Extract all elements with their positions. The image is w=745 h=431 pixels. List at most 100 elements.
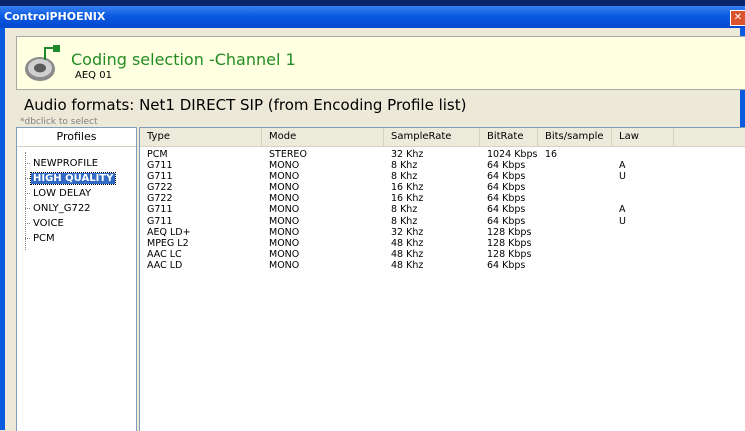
tree-branch bbox=[25, 177, 30, 179]
table-cell: 16 Khz bbox=[391, 182, 424, 194]
table-cell: G711 bbox=[147, 204, 173, 216]
coding-subtitle: AEQ 01 bbox=[75, 70, 112, 81]
profile-item-label: HIGH QUALITY bbox=[29, 172, 117, 185]
profile-item[interactable]: PCM bbox=[25, 232, 57, 246]
table-cell: 48 Khz bbox=[391, 248, 424, 260]
table-cell: 128 Kbps bbox=[487, 226, 532, 238]
table-cell: MONO bbox=[269, 215, 300, 227]
tree-branch bbox=[25, 192, 30, 194]
table-cell: G711 bbox=[147, 160, 173, 172]
table-cell: MONO bbox=[269, 237, 300, 249]
window-frame-left bbox=[0, 28, 5, 430]
table-cell: AAC LD bbox=[147, 259, 183, 271]
table-cell: G722 bbox=[147, 193, 173, 205]
table-cell: 128 Kbps bbox=[487, 237, 532, 249]
table-cell: U bbox=[619, 171, 626, 183]
table-cell: MONO bbox=[269, 248, 300, 260]
table-cell: 64 Kbps bbox=[487, 160, 526, 172]
table-cell: G711 bbox=[147, 215, 173, 227]
profile-item[interactable]: HIGH QUALITY bbox=[25, 172, 117, 186]
table-cell: STEREO bbox=[269, 149, 307, 160]
table-cell: 16 Khz bbox=[391, 193, 424, 205]
table-cell: AEQ LD+ bbox=[147, 226, 191, 238]
table-cell: 8 Khz bbox=[391, 215, 418, 227]
table-cell: G711 bbox=[147, 171, 173, 183]
column-header[interactable]: Law bbox=[612, 128, 674, 146]
table-cell: 8 Khz bbox=[391, 171, 418, 183]
table-body: PCM STEREO 32 Khz 1024 Kbps 16 G711 MONO 8 Khz 6… bbox=[140, 149, 745, 271]
profile-item-label: PCM bbox=[33, 233, 55, 244]
table-cell: 48 Khz bbox=[391, 259, 424, 271]
profile-item[interactable]: LOW DELAY bbox=[25, 187, 93, 201]
table-cell: MONO bbox=[269, 160, 300, 172]
table-cell: MPEG L2 bbox=[147, 237, 189, 249]
tree-branch bbox=[25, 237, 30, 239]
table-cell: 128 Kbps bbox=[487, 248, 532, 260]
profile-item[interactable]: VOICE bbox=[25, 217, 66, 231]
title-bar[interactable]: ControlPHOENIX ✕ bbox=[0, 6, 745, 28]
table-cell: 64 Kbps bbox=[487, 171, 526, 183]
tree-branch bbox=[25, 162, 30, 164]
table-cell: 32 Khz bbox=[391, 226, 424, 238]
tree-branch bbox=[25, 222, 30, 224]
table-row[interactable]: G711 MONO 8 Khz 64 Kbps U bbox=[140, 216, 745, 227]
column-header[interactable]: Mode bbox=[262, 128, 384, 146]
table-cell: 64 Kbps bbox=[487, 259, 526, 271]
table-row[interactable]: G711 MONO 8 Khz 64 Kbps A bbox=[140, 204, 745, 215]
table-row[interactable]: AAC LC MONO 48 Khz 128 Kbps bbox=[140, 249, 745, 260]
table-cell: 64 Kbps bbox=[487, 204, 526, 216]
audio-formats-title: Audio formats: Net1 DIRECT SIP (from Enc… bbox=[24, 96, 467, 114]
profiles-panel: Profiles NEWPROFILE HIGH QUALITY LOW DELAY… bbox=[16, 127, 137, 431]
table-cell: 8 Khz bbox=[391, 204, 418, 216]
table-cell: G722 bbox=[147, 182, 173, 194]
coding-title: Coding selection -Channel 1 bbox=[71, 50, 296, 69]
table-cell: 32 Khz bbox=[391, 149, 424, 160]
profile-tree: NEWPROFILE HIGH QUALITY LOW DELAY ONLY_G722… bbox=[25, 148, 135, 268]
table-cell: 16 bbox=[545, 149, 558, 160]
table-cell: 1024 Kbps bbox=[487, 149, 538, 160]
profile-item-label: NEWPROFILE bbox=[33, 158, 99, 169]
window-title: ControlPHOENIX bbox=[4, 10, 106, 23]
table-cell: PCM bbox=[147, 149, 168, 160]
table-cell: U bbox=[619, 215, 626, 227]
table-cell: AAC LC bbox=[147, 248, 182, 260]
tree-branch bbox=[25, 207, 30, 209]
table-row[interactable]: PCM STEREO 32 Khz 1024 Kbps 16 bbox=[140, 149, 745, 160]
close-icon[interactable]: ✕ bbox=[730, 10, 745, 26]
table-row[interactable]: G722 MONO 16 Khz 64 Kbps bbox=[140, 182, 745, 193]
table-row[interactable]: G711 MONO 8 Khz 64 Kbps A bbox=[140, 160, 745, 171]
profile-item-label: ONLY_G722 bbox=[33, 203, 91, 214]
table-row[interactable]: G711 MONO 8 Khz 64 Kbps U bbox=[140, 171, 745, 182]
column-header[interactable]: BitRate bbox=[480, 128, 538, 146]
table-header: Type Mode SampleRate BitRate Bits/sample Law bbox=[140, 128, 745, 147]
profile-item-label: LOW DELAY bbox=[33, 188, 92, 199]
table-cell: A bbox=[619, 160, 626, 172]
table-cell: A bbox=[619, 204, 626, 216]
header-panel: Coding selection -Channel 1 AEQ 01 bbox=[16, 36, 745, 90]
profile-item[interactable]: NEWPROFILE bbox=[25, 157, 100, 171]
table-cell: MONO bbox=[269, 226, 300, 238]
table-cell: 48 Khz bbox=[391, 237, 424, 249]
table-cell: MONO bbox=[269, 259, 300, 271]
table-cell: MONO bbox=[269, 204, 300, 216]
profile-item-label: VOICE bbox=[33, 218, 64, 229]
table-cell: MONO bbox=[269, 193, 300, 205]
table-cell: 64 Kbps bbox=[487, 193, 526, 205]
table-cell: 64 Kbps bbox=[487, 182, 526, 194]
profile-item[interactable]: ONLY_G722 bbox=[25, 202, 93, 216]
table-cell: 64 Kbps bbox=[487, 215, 526, 227]
formats-table: Type Mode SampleRate BitRate Bits/sample Law … bbox=[139, 127, 745, 431]
table-row[interactable]: AEQ LD+ MONO 32 Khz 128 Kbps bbox=[140, 227, 745, 238]
table-row[interactable]: MPEG L2 MONO 48 Khz 128 Kbps bbox=[140, 238, 745, 249]
table-cell: 8 Khz bbox=[391, 160, 418, 172]
table-cell: MONO bbox=[269, 182, 300, 194]
table-cell: MONO bbox=[269, 171, 300, 183]
column-header[interactable]: SampleRate bbox=[384, 128, 480, 146]
table-row[interactable]: G722 MONO 16 Khz 64 Kbps bbox=[140, 193, 745, 204]
dbclick-hint: *dbclick to select bbox=[20, 117, 98, 127]
column-header[interactable]: Bits/sample bbox=[538, 128, 612, 146]
speaker-icon bbox=[25, 45, 60, 81]
table-row[interactable]: AAC LD MONO 48 Khz 64 Kbps bbox=[140, 260, 745, 271]
column-header[interactable]: Type bbox=[140, 128, 262, 146]
profiles-header: Profiles bbox=[17, 128, 136, 147]
